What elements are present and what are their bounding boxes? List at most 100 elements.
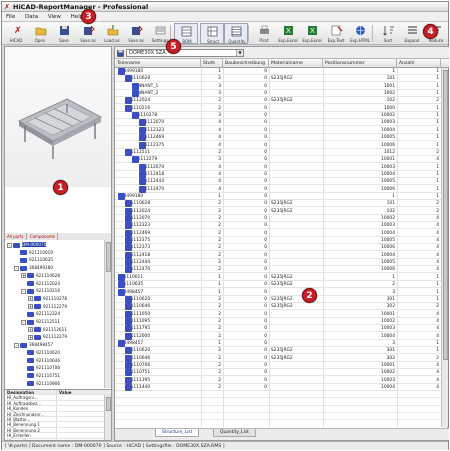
tree-node[interactable]: - 368499180 <box>14 264 53 271</box>
tree-node[interactable]: +921110628 <box>21 272 60 279</box>
col-anzahl-header[interactable]: Anzahl <box>397 59 441 68</box>
tree-node[interactable]: +921112279 <box>28 333 67 340</box>
table-row[interactable]: 921110628 2 0 S235JRG2 101 2 <box>115 200 441 208</box>
table-row[interactable]: 921111395 2 0 10003 4 <box>115 376 441 384</box>
col-stufe-header[interactable]: Stufe <box>201 59 223 68</box>
toolbar-button-exp-text[interactable]: Exp.Text <box>324 23 348 44</box>
col-teilename-header[interactable]: Teilename <box>115 59 201 68</box>
expand-toggle-icon[interactable]: + <box>28 304 33 310</box>
table-row[interactable]: 921112373 2 0 10006 4 <box>115 244 441 252</box>
table-row[interactable]: 921112375 2 0 10005 4 <box>115 237 441 245</box>
toolbar-button-save[interactable]: Save <box>52 23 76 44</box>
table-row[interactable] <box>115 391 441 399</box>
table-row[interactable]: 921112418 4 0 10004 1 <box>115 170 441 178</box>
table-row[interactable]: 921111440 2 0 10004 4 <box>115 384 441 392</box>
toolbar-button-exp-html[interactable]: Exp.HTML <box>348 23 372 44</box>
menu-data[interactable]: Data <box>21 12 42 22</box>
table-row[interactable]: 368499180 1 0 1 1 <box>115 192 441 200</box>
table-row[interactable]: 921112323 2 0 10003 4 <box>115 222 441 230</box>
table-row[interactable]: 368498457 1 0 3 1 <box>115 339 441 347</box>
tree-scroll-thumb[interactable] <box>106 242 111 272</box>
table-row[interactable]: 921111050 2 0 10001 4 <box>115 310 441 318</box>
toolbar-button-expand[interactable]: Expand <box>400 23 424 44</box>
toolbar-button-hicad[interactable]: ✗ HiCAD <box>4 23 28 44</box>
table-row[interactable]: 921112070 2 0 10002 4 <box>115 215 441 222</box>
table-row[interactable]: 921112024 2 0 S235JRG2 102 2 <box>115 207 441 215</box>
tab-components[interactable]: Components <box>28 233 59 240</box>
table-row[interactable]: 921110011 1 0 S235JRG2 1 1 <box>115 273 441 281</box>
property-row[interactable]: HI_erstellt am <box>5 438 111 440</box>
tree-node[interactable]: 921110706 <box>21 364 60 371</box>
table-row[interactable]: 921110278 3 0 10002 1 <box>115 112 441 120</box>
col-positionsnummer-header[interactable]: Positionsnummer <box>323 59 397 68</box>
expand-toggle-icon[interactable]: + <box>28 334 33 340</box>
grid-scrollbar[interactable] <box>441 68 448 427</box>
collapse-toggle-icon[interactable]: - <box>21 319 26 325</box>
table-row[interactable]: 921112070 4 0 10003 1 <box>115 163 441 171</box>
table-row[interactable]: 368499180 1 0 1 1 <box>115 68 441 75</box>
table-row[interactable]: 921112323 4 0 10004 1 <box>115 126 441 134</box>
tree-node[interactable]: 921110620 <box>21 349 60 356</box>
tab-structure-list[interactable]: Structure_List <box>155 429 200 437</box>
table-row[interactable]: 921112444 4 0 10005 1 <box>115 178 441 186</box>
grid-scroll-thumb[interactable] <box>443 70 448 360</box>
table-row[interactable]: 921110620 2 0 S235JRG2 301 1 <box>115 295 441 303</box>
table-row[interactable] <box>115 406 441 414</box>
table-row[interactable]: 921111095 2 0 10002 4 <box>115 317 441 325</box>
table-row[interactable]: 921112000 2 0 10004 4 <box>115 332 441 340</box>
table-row[interactable]: 921110646 2 0 S235JRG2 302 2 <box>115 303 441 311</box>
expand-toggle-icon[interactable]: + <box>21 273 26 279</box>
toolbar-button-save-as[interactable]: Save as <box>124 23 148 44</box>
table-row[interactable]: 921110620 2 0 S235JRG2 301 1 <box>115 347 441 355</box>
tree-node[interactable]: +921110278 <box>28 295 67 302</box>
table-row[interactable]: 921112470 4 0 10006 1 <box>115 185 441 193</box>
collapse-toggle-icon[interactable]: - <box>21 288 26 294</box>
table-row[interactable] <box>115 413 441 421</box>
save-small-icon[interactable] <box>117 49 124 57</box>
toolbar-button-struct[interactable]: Struct <box>200 23 224 44</box>
toolbar-button-save-as[interactable]: Save as <box>76 23 100 44</box>
col-baubeschreibung-header[interactable]: Baubeschreibung <box>223 59 269 68</box>
tree-node[interactable]: 921112324 <box>21 310 60 317</box>
col-materialname-header[interactable]: Materialname <box>269 59 323 68</box>
tree-node[interactable]: - 921112511 <box>21 318 60 325</box>
tree-node[interactable]: 921110635 <box>14 256 53 263</box>
table-row[interactable]: 921112470 2 0 10006 4 <box>115 266 441 274</box>
settings-file-select[interactable]: DOME30X.SZA ▼ <box>126 49 244 57</box>
tab-quantity-list[interactable]: Quantity_List <box>213 429 256 437</box>
table-row[interactable]: 921112469 4 0 10005 1 <box>115 134 441 142</box>
table-row[interactable]: 921112444 2 0 10005 4 <box>115 259 441 267</box>
tree-scrollbar[interactable] <box>104 240 111 388</box>
menu-file[interactable]: File <box>2 12 19 22</box>
table-row[interactable]: 921110216 2 0 1000 1 <box>115 104 441 112</box>
expand-toggle-icon[interactable]: + <box>28 327 33 333</box>
tree-node[interactable]: 921110906 <box>21 380 60 387</box>
table-row[interactable]: 921112279 3 0 10001 4 <box>115 156 441 164</box>
table-row[interactable] <box>115 399 441 406</box>
toolbar-button-quantity[interactable]: Quantity <box>224 23 248 44</box>
table-row[interactable]: BENNANT_2 3 0 1002 1 <box>115 90 441 98</box>
table-row[interactable]: 921112375 4 0 10006 1 <box>115 141 441 149</box>
table-row[interactable]: 921110646 2 0 S235JRG2 302 2 <box>115 354 441 362</box>
properties-scroll-thumb[interactable] <box>106 397 111 411</box>
table-row[interactable]: 921110635 1 0 S235JRG2 2 1 <box>115 281 441 289</box>
tab-all-parts[interactable]: All parts <box>5 233 27 240</box>
expand-toggle-icon[interactable]: + <box>28 296 33 302</box>
toolbar-button-print[interactable]: Print <box>252 23 276 44</box>
properties-scrollbar[interactable] <box>104 395 111 440</box>
table-row[interactable]: 921110751 2 0 10002 4 <box>115 369 441 377</box>
tree-node[interactable]: 921110751 <box>21 372 60 379</box>
tree-node[interactable]: +921112611 <box>28 326 67 333</box>
tree-node[interactable]: 921110010 <box>14 249 53 256</box>
table-row[interactable]: 921112418 2 0 10004 4 <box>115 251 441 259</box>
table-row[interactable]: 921110706 2 0 10001 4 <box>115 362 441 369</box>
tree-node[interactable]: - 368498457 <box>14 341 53 348</box>
tree-node[interactable]: 921112024 <box>21 280 60 287</box>
table-row[interactable]: 921112024 2 0 S235JRG2 102 2 <box>115 97 441 105</box>
table-row[interactable]: 921112070 4 0 10003 1 <box>115 119 441 127</box>
table-row[interactable]: BENNANT_1 3 0 1001 1 <box>115 82 441 90</box>
table-row[interactable] <box>115 421 441 427</box>
collapse-toggle-icon[interactable]: - <box>14 265 19 271</box>
collapse-toggle-icon[interactable]: - <box>14 342 19 348</box>
table-row[interactable]: 921110628 2 0 S235JRG2 101 1 <box>115 75 441 83</box>
